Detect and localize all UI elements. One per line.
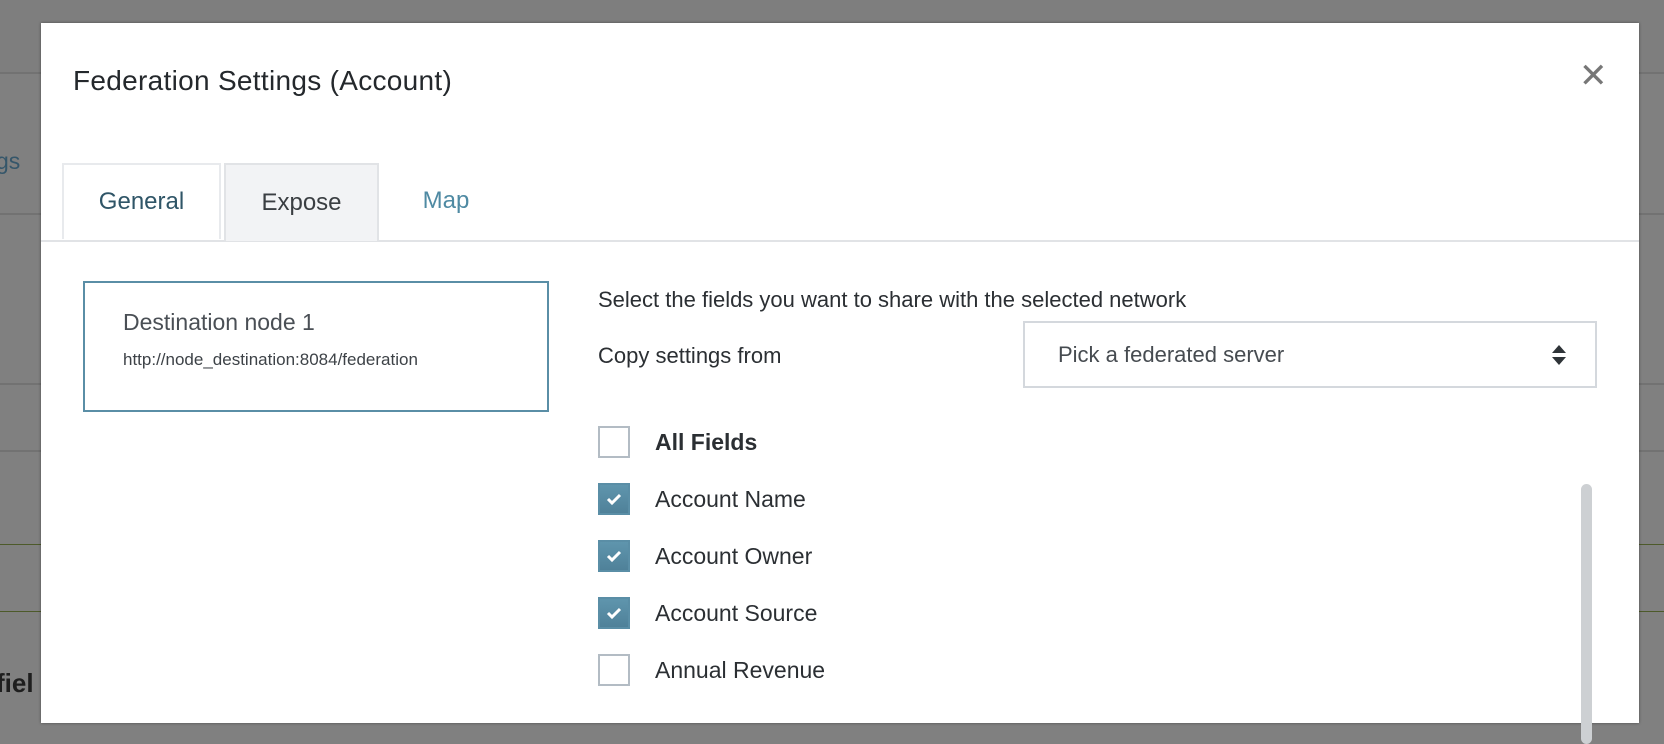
field-checkbox-row[interactable]: Annual Revenue <box>598 653 825 687</box>
background-text: gs <box>0 148 21 174</box>
select-placeholder: Pick a federated server <box>1058 341 1285 367</box>
close-icon[interactable]: ✕ <box>1579 59 1608 93</box>
instructions-text: Select the fields you want to share with… <box>598 287 1187 312</box>
destination-node-card[interactable]: Destination node 1 http://node_destinati… <box>83 281 549 412</box>
field-checkbox-row[interactable]: Account Name <box>598 482 806 516</box>
modal-title: Federation Settings (Account) <box>73 65 453 96</box>
tab-bar: General Expose Map <box>41 163 1639 242</box>
field-label: Annual Revenue <box>655 656 826 683</box>
federated-server-select[interactable]: Pick a federated server <box>1023 321 1597 388</box>
tab-expose[interactable]: Expose <box>224 163 379 241</box>
sort-arrows-icon <box>1552 345 1566 365</box>
checkbox[interactable] <box>598 597 630 629</box>
checkmark-icon <box>606 607 622 620</box>
copy-settings-label: Copy settings from <box>598 343 782 368</box>
checkbox[interactable] <box>598 426 630 458</box>
field-checkbox-row[interactable]: Account Source <box>598 596 817 630</box>
field-label: Account Name <box>655 485 806 512</box>
tab-general[interactable]: General <box>62 163 221 239</box>
checkmark-icon <box>606 493 622 506</box>
field-checkbox-row[interactable]: Account Owner <box>598 539 812 573</box>
field-label: All Fields <box>655 428 758 455</box>
node-name: Destination node 1 <box>123 309 315 335</box>
all-fields-checkbox-row[interactable]: All Fields <box>598 425 757 459</box>
scrollbar[interactable] <box>1581 484 1592 744</box>
checkbox[interactable] <box>598 483 630 515</box>
background-heading: fiel <box>0 668 34 698</box>
federation-settings-modal: Federation Settings (Account) ✕ General … <box>41 23 1639 744</box>
checkbox[interactable] <box>598 654 630 686</box>
checkmark-icon <box>606 550 622 563</box>
tab-map[interactable]: Map <box>391 163 501 239</box>
field-label: Account Source <box>655 599 818 626</box>
field-label: Account Owner <box>655 542 813 569</box>
node-url: http://node_destination:8084/federation <box>123 350 418 369</box>
checkbox[interactable] <box>598 540 630 572</box>
